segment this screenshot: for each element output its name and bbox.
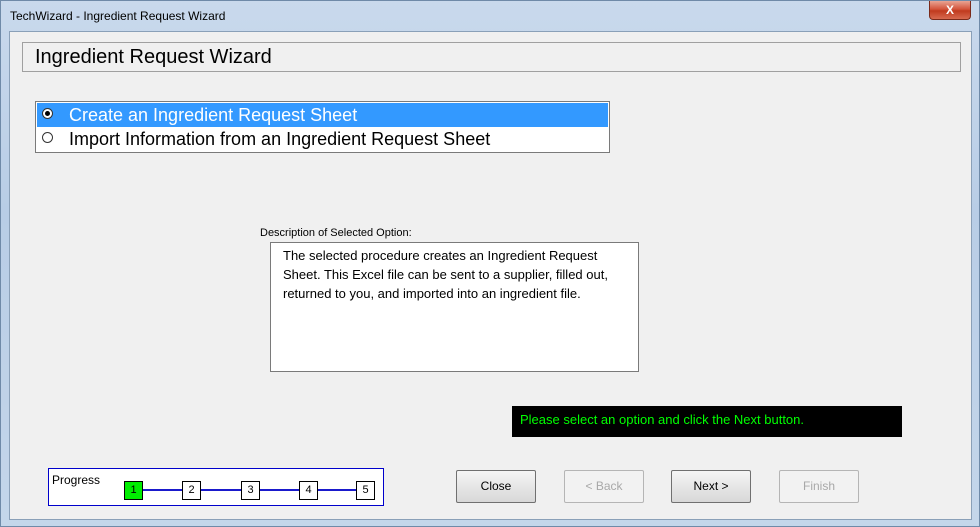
option-label: Create an Ingredient Request Sheet: [69, 105, 358, 125]
finish-button[interactable]: Finish: [779, 470, 859, 503]
next-button[interactable]: Next >: [671, 470, 751, 503]
option-label: Import Information from an Ingredient Re…: [69, 129, 491, 149]
progress-step-3: 3: [241, 481, 260, 500]
progress-step-2: 2: [182, 481, 201, 500]
progress-step-4: 4: [299, 481, 318, 500]
window-title: TechWizard - Ingredient Request Wizard: [10, 9, 226, 23]
progress-step-1: 1: [124, 481, 143, 500]
radio-create-request-sheet[interactable]: [42, 108, 53, 119]
back-button[interactable]: < Back: [564, 470, 644, 503]
page-title: Ingredient Request Wizard: [22, 42, 961, 72]
progress-label: Progress: [52, 473, 101, 487]
radio-import-request-sheet[interactable]: [42, 132, 53, 143]
status-message: Please select an option and click the Ne…: [512, 406, 902, 437]
wizard-client-area: Ingredient Request Wizard Create an Ingr…: [9, 31, 972, 520]
close-button[interactable]: Close: [456, 470, 536, 503]
progress-step-5: 5: [356, 481, 375, 500]
option-import-request-sheet[interactable]: Import Information from an Ingredient Re…: [37, 127, 608, 151]
title-bar[interactable]: TechWizard - Ingredient Request Wizard X: [1, 1, 979, 31]
description-text: The selected procedure creates an Ingred…: [270, 242, 639, 372]
option-create-request-sheet[interactable]: Create an Ingredient Request Sheet: [37, 103, 608, 127]
progress-indicator: Progress 1 2 3 4 5: [48, 468, 384, 506]
option-list: Create an Ingredient Request Sheet Impor…: [35, 101, 610, 153]
wizard-window: TechWizard - Ingredient Request Wizard X…: [0, 0, 980, 527]
window-close-button[interactable]: X: [929, 1, 971, 20]
description-label: Description of Selected Option:: [260, 227, 412, 239]
